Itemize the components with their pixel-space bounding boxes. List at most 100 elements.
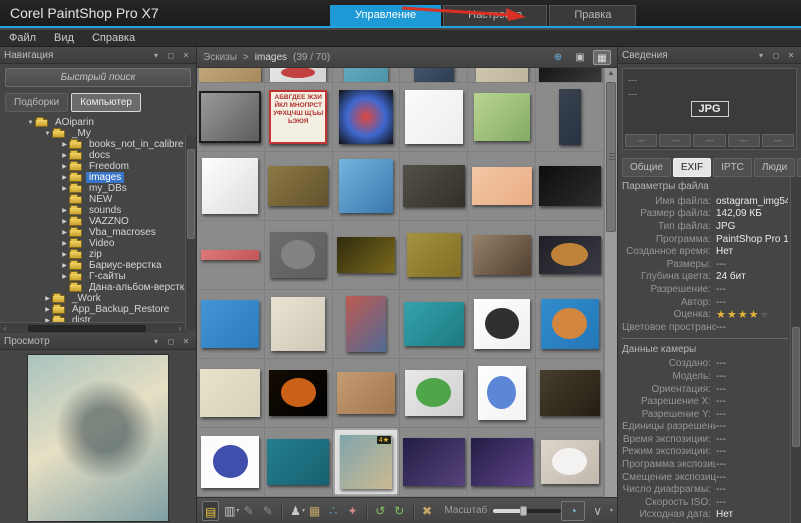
tree-expand-icon[interactable]: ▼: [26, 120, 35, 126]
star-icon[interactable]: ★: [727, 309, 738, 321]
thumbnail-browser-window[interactable]: [400, 359, 469, 427]
share-button[interactable]: ∴: [325, 501, 342, 521]
thumbnail-filmstrip[interactable]: [400, 290, 469, 358]
tab-computer[interactable]: Компьютер: [71, 93, 141, 112]
tree-item-distr[interactable]: ▶ distr: [0, 314, 196, 322]
info-tab-Общие[interactable]: Общие: [622, 158, 671, 177]
tree-expand-icon[interactable]: ▶: [60, 207, 69, 214]
thumbnail-gold-abstract[interactable]: [333, 221, 401, 289]
panel-close-icon[interactable]: ✕: [785, 51, 797, 60]
tree-expand-icon[interactable]: ▶: [60, 229, 69, 236]
tree-expand-icon[interactable]: ▼: [43, 131, 52, 137]
tree-item-my_DBs[interactable]: ▶ my_DBs: [0, 182, 196, 194]
thumbnail-sketch[interactable]: [468, 68, 537, 82]
tree-item-zip[interactable]: ▶ zip: [0, 248, 196, 260]
tree-item-_My[interactable]: ▼ _My: [0, 127, 196, 139]
thumbnail-loading-placeholder[interactable]: [265, 221, 333, 289]
tree-expand-icon[interactable]: ▶: [60, 141, 69, 148]
info-quick-button[interactable]: ---: [727, 134, 760, 147]
info-tab-Люди[interactable]: Люди: [753, 158, 796, 177]
zoom-slider-handle[interactable]: [520, 505, 528, 516]
panel-pin-icon[interactable]: ◻: [770, 51, 782, 60]
thumbnail-collage[interactable]: [333, 290, 401, 358]
thumbnail-constellation[interactable]: [265, 428, 333, 496]
info-quick-button[interactable]: ---: [659, 134, 692, 147]
panel-pin-icon[interactable]: ◻: [165, 51, 177, 60]
thumbnail-document[interactable]: [265, 68, 333, 82]
scroll-left-icon[interactable]: ‹: [0, 324, 10, 333]
quick-search-button[interactable]: Быстрый поиск: [5, 68, 191, 87]
thumbnail-etching[interactable]: [197, 83, 265, 151]
panel-pin-icon[interactable]: ◻: [165, 337, 177, 346]
tree-expand-icon[interactable]: ▶: [60, 185, 69, 192]
breadcrumb-root[interactable]: Эскизы: [203, 52, 237, 63]
thumbnail-pencil-sketch[interactable]: [265, 290, 333, 358]
thumbnail-fractal-circles[interactable]: [197, 152, 265, 220]
tree-item-VAZZNO[interactable]: ▶ VAZZNO: [0, 215, 196, 227]
thumbnail-bw-photo[interactable]: [536, 68, 604, 82]
tree-item-AOiparin[interactable]: ▼ AOiparin: [0, 116, 196, 128]
tree-item-docs[interactable]: ▶ docs: [0, 149, 196, 161]
tree-item-books_not_in_calibre[interactable]: ▶ books_not_in_calibre: [0, 138, 196, 150]
thumbnail-app-screenshot[interactable]: [536, 428, 604, 496]
zoom-slider[interactable]: [493, 505, 562, 516]
thumbnail-banner-art[interactable]: [197, 68, 265, 82]
thumbnail-fire[interactable]: [265, 359, 333, 427]
delete-button[interactable]: ✖: [419, 501, 436, 521]
thumbnail-teal-photo[interactable]: [333, 68, 401, 82]
tree-expand-icon[interactable]: ▶: [60, 163, 69, 170]
thumbnail-text-column[interactable]: [536, 83, 604, 151]
menu-file[interactable]: Файл: [0, 32, 45, 44]
tab-collections[interactable]: Подборки: [5, 93, 69, 112]
panel-close-icon[interactable]: ✕: [180, 337, 192, 346]
star-icon[interactable]: ★: [749, 309, 760, 321]
thumbnail-owl-nebula[interactable]: [400, 428, 469, 496]
tree-item-App_Backup_Restore[interactable]: ▶ App_Backup_Restore: [0, 303, 196, 315]
tree-item-NEW[interactable]: NEW: [0, 193, 196, 205]
thumbnail-desk-photo[interactable]: [265, 152, 333, 220]
star-icon[interactable]: ★: [738, 309, 749, 321]
thumbnail-elephant[interactable]: [468, 290, 537, 358]
map-photos-button[interactable]: ▦: [306, 501, 323, 521]
thumbnail-cartoon[interactable]: [468, 83, 537, 151]
info-vertical-scrollbar[interactable]: [790, 177, 801, 523]
toolbar-overflow-icon[interactable]: ▾: [610, 507, 613, 514]
tree-item-Freedom[interactable]: ▶ Freedom: [0, 160, 196, 172]
collapse-toolbar-icon[interactable]: ∨: [593, 504, 602, 518]
grid-vertical-scrollbar[interactable]: ▲: [604, 68, 617, 497]
thumbnail-robot[interactable]: [468, 359, 537, 427]
tree-expand-icon[interactable]: ▶: [60, 152, 69, 159]
panel-menu-icon[interactable]: ▾: [150, 51, 162, 60]
navigation-horizontal-scrollbar[interactable]: ‹ ›: [0, 322, 185, 333]
thumbnail-steampunk[interactable]: [536, 359, 604, 427]
thumbnail-dark-photo[interactable]: [400, 68, 469, 82]
tree-item-Дана-альбом-верстка[interactable]: Дана-альбом-верстка: [0, 281, 196, 293]
thumbnail-view-icon[interactable]: ▦: [593, 49, 611, 65]
rotate-right-button[interactable]: ↻: [391, 501, 408, 521]
thumbnail-document-table[interactable]: [400, 83, 469, 151]
thumbnail-paint-splash[interactable]: [333, 83, 401, 151]
thumbnail-color-grid[interactable]: [536, 221, 604, 289]
info-tab-Места[interactable]: Места: [797, 158, 801, 177]
tree-expand-icon[interactable]: ▶: [60, 240, 69, 247]
rotate-left-button[interactable]: ↺: [372, 501, 389, 521]
thumbnail-sepia-photo[interactable]: [468, 221, 537, 289]
thumbnail-paint-title[interactable]: [197, 290, 265, 358]
batch-edit-button[interactable]: ✎: [259, 501, 276, 521]
find-people-button[interactable]: ♟ ▾: [287, 501, 305, 521]
panel-menu-icon[interactable]: ▾: [755, 51, 767, 60]
thumbnail-red-banner[interactable]: [197, 221, 265, 289]
tree-item-images[interactable]: ▶ images: [0, 171, 196, 183]
info-quick-button[interactable]: ---: [625, 134, 658, 147]
thumbnail-circuit-pattern[interactable]: [400, 221, 469, 289]
info-tab-EXIF[interactable]: EXIF: [672, 158, 712, 177]
single-image-view-icon[interactable]: ▣: [571, 50, 589, 65]
tree-item-sounds[interactable]: ▶ sounds: [0, 204, 196, 216]
panel-menu-icon[interactable]: ▾: [150, 337, 162, 346]
tree-expand-icon[interactable]: ▶: [43, 295, 52, 302]
instant-effects-button[interactable]: ✦: [344, 501, 361, 521]
panel-close-icon[interactable]: ✕: [180, 51, 192, 60]
info-quick-button[interactable]: ---: [693, 134, 726, 147]
rating-stars[interactable]: ★★★★★: [716, 309, 770, 321]
info-display-button[interactable]: ▥ ▾: [221, 501, 239, 521]
